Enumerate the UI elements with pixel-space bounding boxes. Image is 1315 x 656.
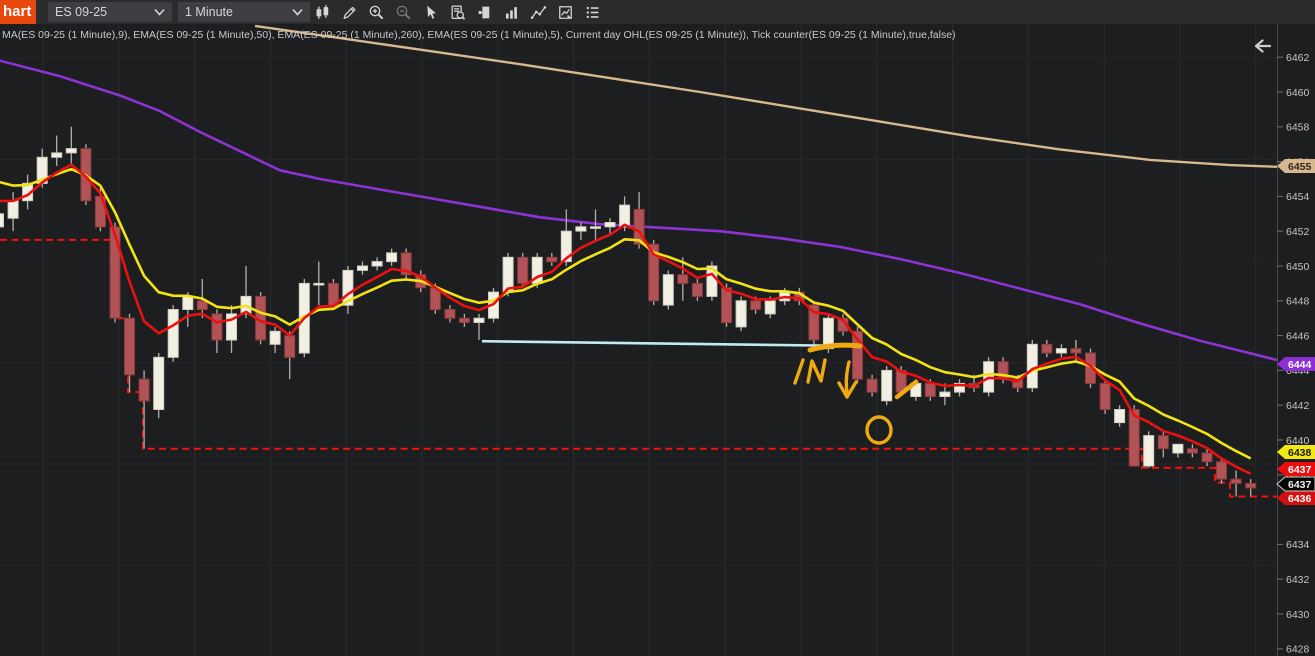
svg-text:6454: 6454 (1286, 191, 1310, 203)
svg-text:6437: 6437 (1288, 479, 1312, 491)
strategies-icon[interactable] (557, 4, 574, 21)
svg-text:6455: 6455 (1288, 161, 1312, 173)
data-box-icon[interactable] (449, 4, 466, 21)
chevron-down-icon (154, 8, 165, 16)
draw-icon[interactable] (341, 4, 358, 21)
svg-text:6436: 6436 (1288, 493, 1312, 505)
chart-trader-icon[interactable] (476, 4, 493, 21)
svg-text:6444: 6444 (1288, 359, 1312, 371)
chart-style-icon[interactable] (314, 4, 331, 21)
toolbar: hart ES 09-25 1 Minute (0, 0, 1315, 24)
toolbar-icons (314, 0, 601, 24)
line-chart-icon[interactable] (530, 4, 547, 21)
svg-text:6450: 6450 (1286, 261, 1310, 273)
svg-text:6438: 6438 (1288, 447, 1312, 459)
interval-dropdown[interactable]: 1 Minute (178, 2, 310, 22)
svg-text:6442: 6442 (1286, 400, 1310, 412)
instrument-dropdown[interactable]: ES 09-25 (48, 2, 172, 22)
zoom-out-icon[interactable] (395, 4, 412, 21)
window-tab-chart[interactable]: hart (0, 0, 37, 24)
svg-text:6448: 6448 (1286, 296, 1310, 308)
instrument-dropdown-value: ES 09-25 (55, 5, 108, 19)
svg-text:6458: 6458 (1286, 122, 1310, 134)
indicators-icon[interactable] (503, 4, 520, 21)
zoom-in-icon[interactable] (368, 4, 385, 21)
svg-text:6432: 6432 (1286, 574, 1310, 586)
price-axis[interactable]: 6462646064586456645464526450644864466444… (1276, 24, 1315, 656)
svg-text:6462: 6462 (1286, 52, 1310, 64)
chevron-down-icon (292, 8, 303, 16)
svg-text:6452: 6452 (1286, 226, 1310, 238)
svg-text:6460: 6460 (1286, 87, 1310, 99)
svg-text:6428: 6428 (1286, 644, 1310, 656)
chart-window: 6462646064586456645464526450644864466444… (0, 0, 1315, 656)
svg-text:6437: 6437 (1288, 464, 1312, 476)
svg-text:6434: 6434 (1286, 539, 1310, 551)
properties-icon[interactable] (584, 4, 601, 21)
svg-text:6446: 6446 (1286, 330, 1310, 342)
indicator-list-label: MA(ES 09-25 (1 Minute),9), EMA(ES 09-25 … (2, 29, 956, 41)
svg-text:6430: 6430 (1286, 609, 1310, 621)
interval-dropdown-value: 1 Minute (185, 5, 233, 19)
cursor-icon[interactable] (422, 4, 439, 21)
